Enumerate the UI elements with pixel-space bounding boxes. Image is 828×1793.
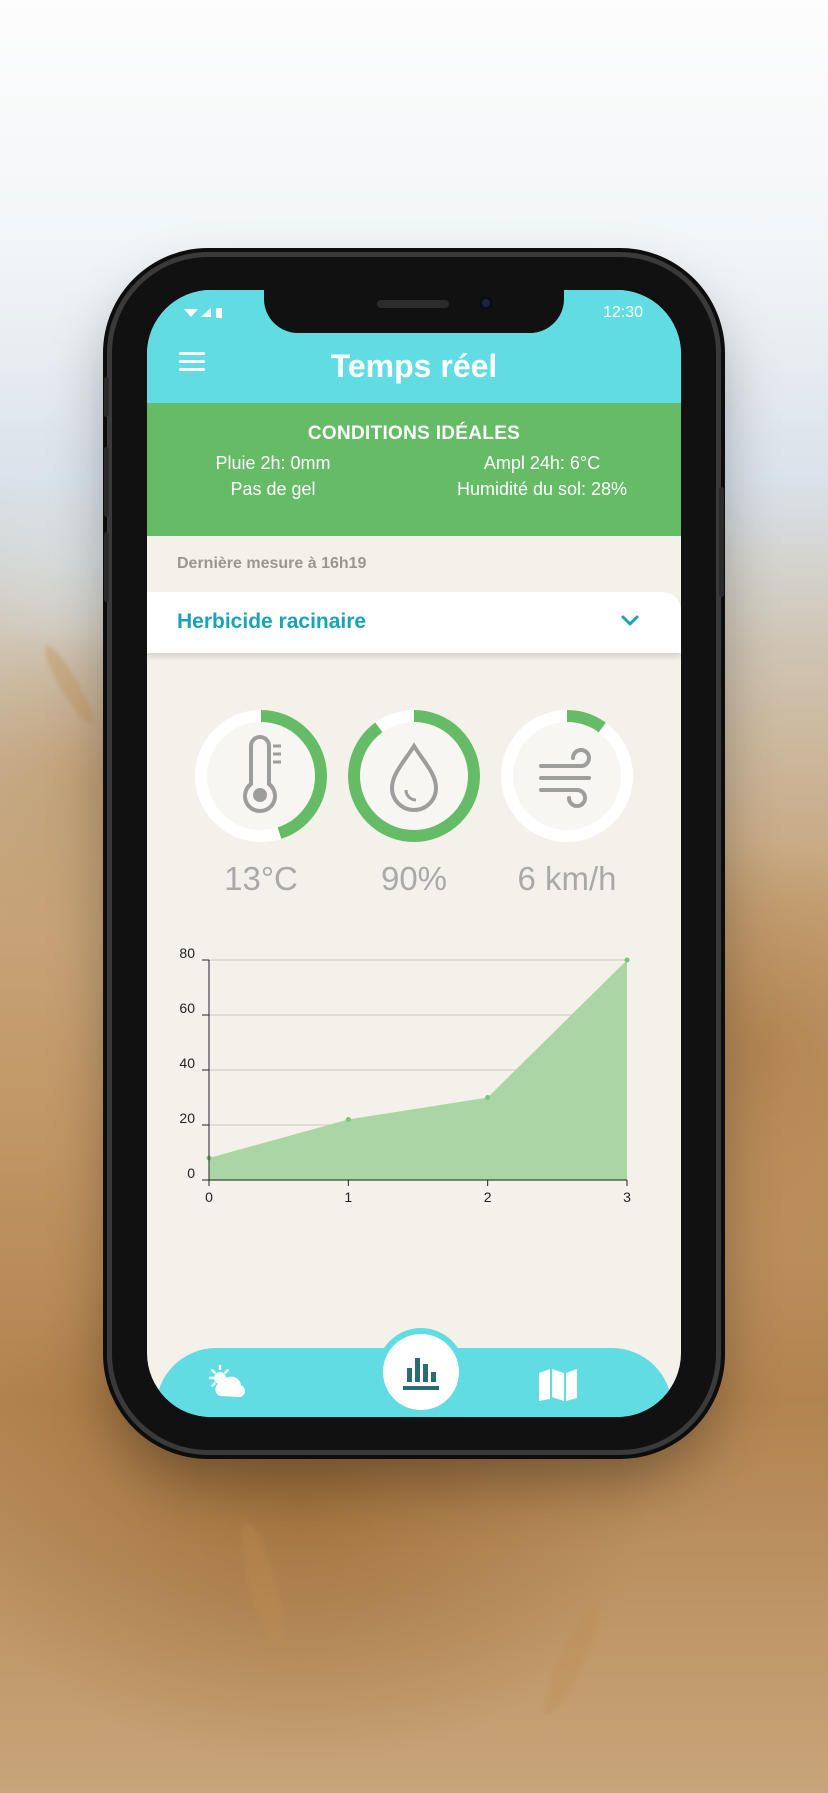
signal-icon [184, 308, 222, 318]
background-decoration [535, 1600, 609, 1720]
bar-chart-icon [403, 1358, 439, 1390]
conditions-banner: CONDITIONS IDÉALES Pluie 2h: 0mm Ampl 24… [147, 403, 681, 536]
phone-frame: 12:30 Temps réel CONDITIONS IDÉALES Plui… [104, 257, 724, 1450]
y-tick-label: 60 [179, 1000, 195, 1016]
humidity-gauge [344, 706, 484, 846]
wind-gauge [497, 706, 637, 846]
status-icons [183, 307, 229, 322]
phone-volume-up [104, 447, 109, 517]
phone-notch [264, 290, 564, 333]
front-camera [479, 296, 493, 310]
y-tick-label: 0 [187, 1165, 195, 1181]
y-tick-label: 40 [179, 1055, 195, 1071]
background-decoration [38, 641, 100, 729]
amplitude-info: Ampl 24h: 6°C [483, 453, 601, 473]
x-tick-label: 1 [344, 1189, 352, 1205]
y-tick-label: 20 [179, 1110, 195, 1126]
data-point [624, 957, 630, 963]
phone-volume-down [104, 532, 109, 602]
rain-info: Pluie 2h: 0mm [215, 453, 331, 473]
treatment-select-value: Herbicide racinaire [177, 610, 367, 633]
last-measure-label: Dernière mesure à 16h19 [177, 555, 367, 572]
conditions-title: CONDITIONS IDÉALES [307, 423, 521, 444]
phone-mute-switch [104, 377, 109, 417]
chart-tab-button[interactable] [383, 1334, 459, 1410]
data-point [485, 1095, 491, 1100]
status-time: 12:30 [602, 304, 643, 321]
wind-speed-value: 6 km/h [517, 860, 617, 897]
phone-power-button [719, 487, 724, 597]
temperature-value: 13°C [224, 860, 298, 897]
data-point [345, 1117, 351, 1122]
background-decoration [233, 1518, 293, 1652]
chevron-down-icon [621, 615, 639, 626]
x-tick-label: 2 [484, 1189, 492, 1205]
speaker-grille [377, 300, 449, 308]
app-screen: 12:30 Temps réel CONDITIONS IDÉALES Plui… [147, 290, 681, 1417]
treatment-select[interactable]: Herbicide racinaire [147, 592, 681, 653]
bottom-navigation [156, 1334, 672, 1417]
weather-icon[interactable] [206, 1364, 250, 1400]
humidity-value: 90% [380, 860, 448, 897]
frost-info: Pas de gel [230, 479, 316, 499]
y-tick-label: 80 [179, 946, 195, 961]
soil-humidity-info: Humidité du sol: 28% [456, 479, 628, 499]
page-title: Temps réel [330, 348, 498, 384]
area-chart: 0 20 40 60 80 0 1 2 3 [179, 946, 631, 1205]
map-icon[interactable] [536, 1367, 580, 1403]
x-tick-label: 0 [205, 1189, 213, 1205]
temperature-gauge [191, 706, 331, 846]
x-tick-label: 3 [623, 1189, 631, 1205]
